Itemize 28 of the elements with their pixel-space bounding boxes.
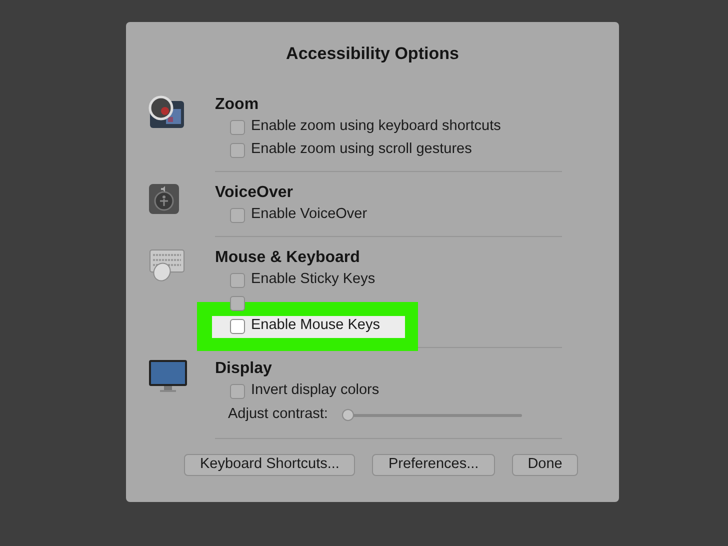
window-title: Accessibility Options [285, 43, 460, 65]
checkbox-label: Enable VoiceOver [251, 205, 368, 224]
monitor-icon [148, 358, 188, 392]
section-heading: VoiceOver [215, 182, 294, 202]
checkbox-label: Invert display colors [251, 381, 380, 400]
section-heading: Mouse & Keyboard [215, 248, 361, 268]
checkbox[interactable] [230, 384, 245, 398]
checkbox-label: Enable Mouse Keys [251, 316, 380, 336]
checkbox[interactable] [230, 142, 245, 158]
checkbox[interactable] [230, 272, 245, 288]
section-heading: Zoom [215, 94, 260, 114]
keyboard-mouse-icon [148, 248, 186, 282]
checkbox[interactable] [230, 120, 245, 134]
dialog-button[interactable]: Keyboard Shortcuts... [184, 454, 356, 476]
checkbox[interactable] [230, 208, 245, 222]
contrast-slider[interactable] [342, 409, 522, 421]
checkbox[interactable] [230, 296, 245, 310]
slider-thumb[interactable] [342, 409, 354, 421]
speaker-figure-icon [148, 182, 180, 214]
slider-label: Adjust contrast: [228, 405, 328, 424]
checkbox[interactable] [230, 318, 245, 334]
dialog-button[interactable]: Done [512, 454, 578, 476]
dialog-button[interactable]: Preferences... [372, 454, 495, 476]
magnifier-screen-icon [148, 94, 186, 128]
checkbox-label: Enable zoom using keyboard shortcuts [251, 117, 501, 136]
section-heading: Display [215, 358, 273, 378]
checkbox-label: Enable zoom using scroll gestures [251, 140, 472, 160]
checkbox-label: Enable Sticky Keys [251, 270, 376, 290]
